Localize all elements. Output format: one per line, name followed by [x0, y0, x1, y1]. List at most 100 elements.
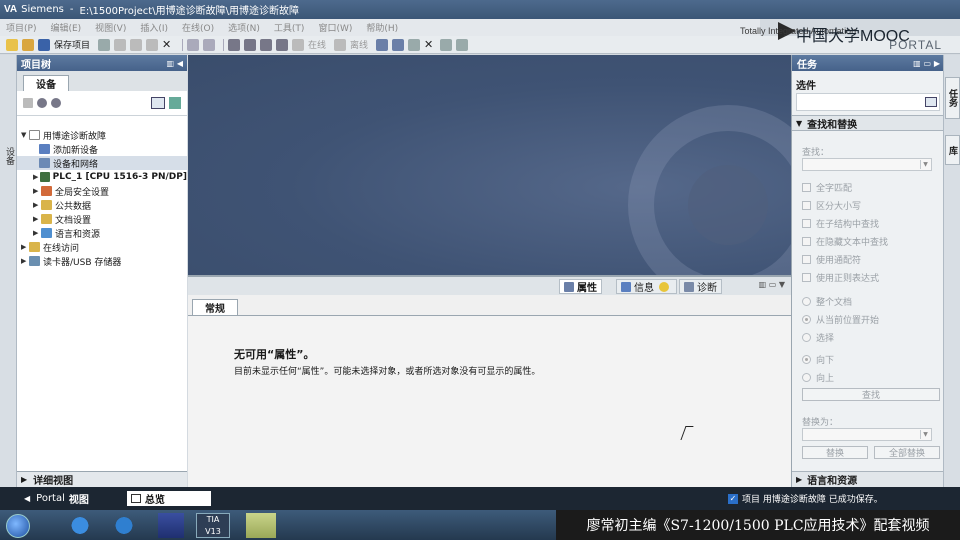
- devices-vertical-tab[interactable]: 设备: [3, 147, 16, 165]
- menu-edit[interactable]: 编辑(E): [50, 21, 81, 34]
- expand-icon[interactable]: ▶: [33, 173, 40, 181]
- new-group-icon[interactable]: [23, 98, 33, 108]
- open-project-icon[interactable]: [22, 38, 34, 51]
- simulation-icon[interactable]: [276, 38, 289, 51]
- tree-item-document-settings[interactable]: ▶ 文档设置: [17, 212, 187, 226]
- checkbox-substructures[interactable]: 在子结构中查找: [802, 217, 879, 230]
- menu-view[interactable]: 视图(V): [95, 21, 126, 34]
- tab-devices[interactable]: 设备: [23, 75, 69, 91]
- radio-icon[interactable]: [802, 333, 811, 342]
- accessible-devices-icon[interactable]: [376, 38, 389, 51]
- menu-tools[interactable]: 工具(T): [274, 21, 305, 34]
- go-online-icon[interactable]: [292, 38, 305, 51]
- radio-from-current[interactable]: 从当前位置开始: [802, 313, 879, 326]
- collapse-icon[interactable]: ▼: [796, 119, 802, 128]
- radio-icon[interactable]: [802, 297, 811, 306]
- delete-icon[interactable]: ✕: [162, 38, 174, 51]
- save-icon[interactable]: [38, 38, 50, 51]
- overview-tab[interactable]: 总览: [126, 491, 211, 506]
- disk-icon[interactable]: [158, 513, 184, 538]
- checkbox-regex[interactable]: 使用正则表达式: [802, 271, 879, 284]
- inspector-window-controls-icon[interactable]: ▥ ▭ ▼: [759, 280, 785, 289]
- close-editor-icon[interactable]: ✕: [424, 38, 436, 51]
- tree-item-plc[interactable]: ▶ PLC_1 [CPU 1516-3 PN/DP]: [17, 170, 187, 184]
- go-offline-button[interactable]: 离线: [350, 38, 368, 51]
- overview-icon[interactable]: [169, 97, 181, 109]
- panel-controls-icon[interactable]: ▥ ▭ ▶: [913, 59, 940, 68]
- collapse-icon[interactable]: ▼: [21, 131, 29, 139]
- tia-portal-taskbar-icon[interactable]: TIA V13: [196, 513, 230, 538]
- checkbox-whole-word[interactable]: 全字匹配: [802, 181, 852, 194]
- tree-item-online-access[interactable]: ▶ 在线访问: [17, 240, 187, 254]
- find-button[interactable]: 查找: [802, 388, 940, 401]
- tab-diagnostics[interactable]: 诊断: [679, 279, 722, 294]
- checkbox-icon[interactable]: [802, 183, 811, 192]
- menu-online[interactable]: 在线(O): [182, 21, 214, 34]
- radio-whole-document[interactable]: 整个文档: [802, 295, 852, 308]
- download-icon[interactable]: [244, 38, 257, 51]
- tree-item-languages[interactable]: ▶ 语言和资源: [17, 226, 187, 240]
- start-button-icon[interactable]: [6, 514, 30, 538]
- new-project-icon[interactable]: [6, 38, 18, 51]
- print-icon[interactable]: [98, 38, 111, 51]
- upload-icon[interactable]: [260, 38, 273, 51]
- checkbox-icon[interactable]: [802, 237, 811, 246]
- details-view-header[interactable]: ▶ 详细视图: [17, 471, 187, 487]
- tree-item-devices-networks[interactable]: 设备和网络: [17, 156, 187, 170]
- copy-icon[interactable]: [130, 38, 143, 51]
- radio-icon[interactable]: [802, 373, 811, 382]
- save-project-button[interactable]: 保存项目: [54, 38, 90, 51]
- expand-icon[interactable]: ▶: [33, 187, 41, 195]
- panel-controls-icon[interactable]: ▥ ◀: [167, 59, 184, 68]
- radio-icon[interactable]: [802, 355, 811, 364]
- radio-up[interactable]: 向上: [802, 371, 834, 384]
- tab-general[interactable]: 常规: [192, 299, 238, 315]
- split-editor-icon[interactable]: [408, 38, 421, 51]
- radio-down[interactable]: 向下: [802, 353, 834, 366]
- tree-item-common-data[interactable]: ▶ 公共数据: [17, 198, 187, 212]
- compile-icon[interactable]: [228, 38, 241, 51]
- checkbox-icon[interactable]: [802, 273, 811, 282]
- dropdown-arrow-icon[interactable]: ▼: [920, 430, 930, 439]
- checkbox-match-case[interactable]: 区分大小写: [802, 199, 861, 212]
- checkbox-wildcards[interactable]: 使用通配符: [802, 253, 861, 266]
- replace-button[interactable]: 替换: [802, 446, 868, 459]
- forward-icon[interactable]: [51, 98, 61, 108]
- go-online-button[interactable]: 在线: [308, 38, 326, 51]
- find-replace-header[interactable]: ▼ 查找和替换: [792, 115, 944, 131]
- cut-icon[interactable]: [114, 38, 127, 51]
- go-offline-icon[interactable]: [334, 38, 347, 51]
- options-view-icon[interactable]: [925, 97, 937, 107]
- notes-icon[interactable]: [246, 513, 276, 538]
- menu-options[interactable]: 选项(N): [228, 21, 260, 34]
- checkbox-hidden-text[interactable]: 在隐藏文本中查找: [802, 235, 888, 248]
- ie-icon[interactable]: [60, 513, 100, 538]
- tree-view-icon[interactable]: [151, 97, 165, 109]
- redo-icon[interactable]: [203, 38, 216, 51]
- vertical-tab-tasks[interactable]: 任务: [945, 77, 960, 119]
- expand-icon[interactable]: ▶: [33, 229, 41, 237]
- tree-item-security[interactable]: ▶ 全局安全设置: [17, 184, 187, 198]
- find-input[interactable]: ▼: [802, 158, 932, 171]
- tree-item-card-reader[interactable]: ▶ 读卡器/USB 存储器: [17, 254, 187, 268]
- expand-icon[interactable]: ▶: [21, 475, 27, 484]
- languages-resources-header[interactable]: ▶ 语言和资源: [792, 471, 944, 487]
- expand-icon[interactable]: ▶: [21, 243, 29, 251]
- back-icon[interactable]: [37, 98, 47, 108]
- expand-icon[interactable]: ▶: [21, 257, 29, 265]
- menu-insert[interactable]: 插入(I): [140, 21, 168, 34]
- menu-project[interactable]: 项目(P): [6, 21, 36, 34]
- undo-icon[interactable]: [187, 38, 200, 51]
- radio-icon[interactable]: [802, 315, 811, 324]
- portal-view-button[interactable]: ◀ Portal 视图: [24, 491, 89, 506]
- cross-reference-icon[interactable]: [392, 38, 405, 51]
- tab-properties[interactable]: 属性: [559, 279, 602, 294]
- replace-input[interactable]: ▼: [802, 428, 932, 441]
- split-horizontal-icon[interactable]: [440, 38, 453, 51]
- paste-icon[interactable]: [146, 38, 159, 51]
- split-vertical-icon[interactable]: [456, 38, 469, 51]
- menu-help[interactable]: 帮助(H): [366, 21, 398, 34]
- dropdown-arrow-icon[interactable]: ▼: [920, 160, 930, 169]
- checkbox-icon[interactable]: [802, 219, 811, 228]
- browser-icon[interactable]: [104, 513, 144, 538]
